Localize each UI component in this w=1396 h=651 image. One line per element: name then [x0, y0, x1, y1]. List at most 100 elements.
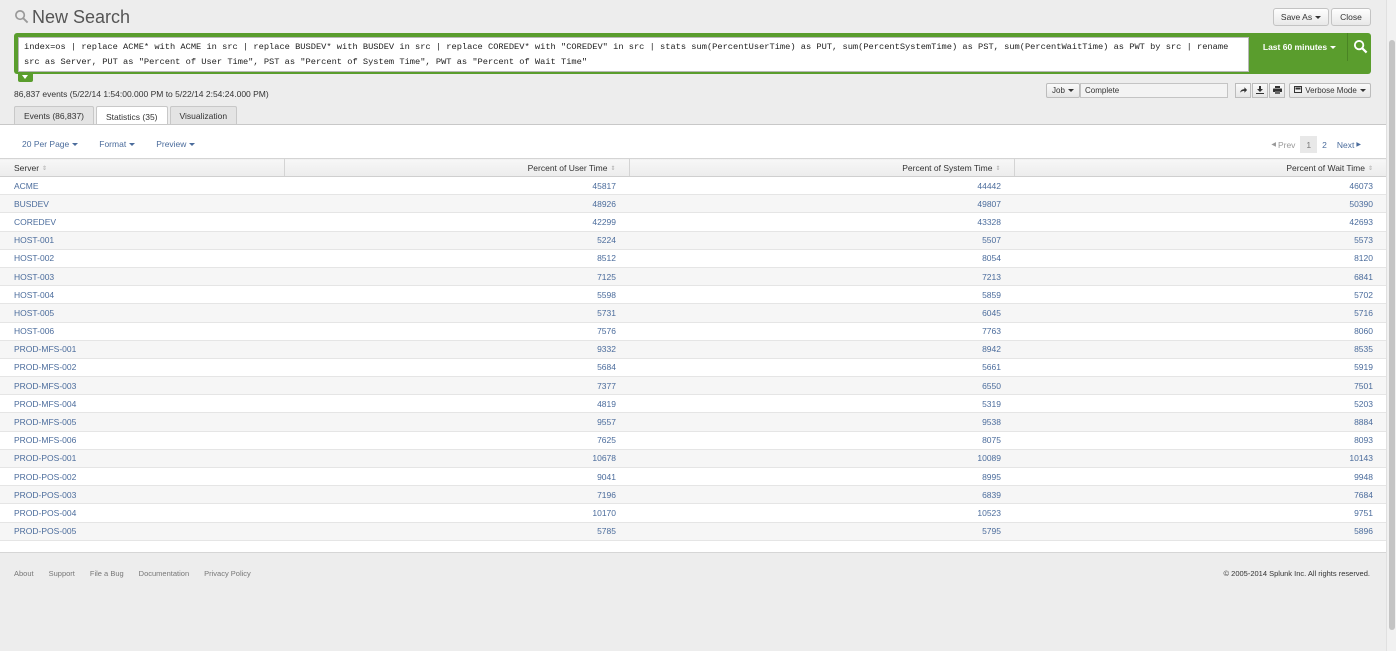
value-cell[interactable]: 7501 — [1014, 376, 1386, 396]
value-cell[interactable]: 44442 — [629, 176, 1014, 196]
value-cell[interactable]: 10170 — [284, 503, 629, 523]
close-button[interactable]: Close — [1331, 8, 1371, 26]
value-cell[interactable]: 6045 — [629, 303, 1014, 323]
footer-link[interactable]: About — [14, 569, 34, 578]
value-cell[interactable]: 9041 — [284, 467, 629, 487]
sort-icon[interactable]: ⇕ — [1368, 165, 1373, 172]
tab-events[interactable]: Events (86,837) — [14, 106, 95, 125]
server-cell[interactable]: PROD-POS-001 — [0, 449, 284, 469]
value-cell[interactable]: 6550 — [629, 376, 1014, 396]
sort-icon[interactable]: ⇕ — [610, 165, 615, 172]
value-cell[interactable]: 10089 — [629, 449, 1014, 469]
value-cell[interactable]: 7625 — [284, 431, 629, 450]
value-cell[interactable]: 5896 — [1014, 522, 1386, 541]
value-cell[interactable]: 9948 — [1014, 467, 1386, 487]
value-cell[interactable]: 6841 — [1014, 267, 1386, 287]
value-cell[interactable]: 43328 — [629, 212, 1014, 232]
value-cell[interactable]: 5661 — [629, 358, 1014, 378]
value-cell[interactable]: 5224 — [284, 231, 629, 250]
server-cell[interactable]: HOST-005 — [0, 303, 284, 323]
value-cell[interactable]: 10678 — [284, 449, 629, 469]
server-cell[interactable]: PROD-MFS-005 — [0, 412, 284, 432]
server-cell[interactable]: HOST-006 — [0, 322, 284, 341]
print-button[interactable] — [1269, 83, 1285, 98]
server-cell[interactable]: PROD-MFS-006 — [0, 431, 284, 450]
value-cell[interactable]: 7684 — [1014, 485, 1386, 505]
value-cell[interactable]: 8120 — [1014, 249, 1386, 268]
tab-statistics[interactable]: Statistics (35) — [96, 106, 168, 126]
server-cell[interactable]: PROD-MFS-004 — [0, 394, 284, 414]
value-cell[interactable]: 7196 — [284, 485, 629, 505]
column-header[interactable]: Server ⇕ — [0, 158, 284, 177]
sort-icon[interactable]: ⇕ — [42, 165, 47, 172]
prev-page-button[interactable]: ◀ Prev — [1266, 136, 1300, 153]
value-cell[interactable]: 7213 — [629, 267, 1014, 287]
value-cell[interactable]: 5319 — [629, 394, 1014, 414]
share-button[interactable] — [1235, 83, 1251, 98]
value-cell[interactable]: 5203 — [1014, 394, 1386, 414]
preview-dropdown[interactable]: Preview — [156, 139, 196, 149]
value-cell[interactable]: 7125 — [284, 267, 629, 287]
search-button[interactable] — [1349, 33, 1371, 61]
value-cell[interactable]: 8060 — [1014, 322, 1386, 341]
value-cell[interactable]: 7763 — [629, 322, 1014, 341]
per-page-dropdown[interactable]: 20 Per Page — [22, 139, 79, 149]
server-cell[interactable]: HOST-001 — [0, 231, 284, 250]
value-cell[interactable]: 5731 — [284, 303, 629, 323]
column-header[interactable]: Percent of Wait Time ⇕ — [1013, 158, 1386, 177]
server-cell[interactable]: PROD-POS-004 — [0, 503, 284, 523]
column-header[interactable]: Percent of User Time ⇕ — [283, 158, 629, 177]
value-cell[interactable]: 9332 — [284, 340, 629, 359]
server-cell[interactable]: PROD-MFS-002 — [0, 358, 284, 378]
value-cell[interactable]: 8075 — [629, 431, 1014, 450]
footer-link[interactable]: Support — [49, 569, 75, 578]
server-cell[interactable]: PROD-POS-002 — [0, 467, 284, 487]
value-cell[interactable]: 8942 — [629, 340, 1014, 359]
page-1-button[interactable]: 1 — [1300, 136, 1318, 153]
value-cell[interactable]: 8884 — [1014, 412, 1386, 432]
value-cell[interactable]: 5507 — [629, 231, 1014, 250]
value-cell[interactable]: 50390 — [1014, 194, 1386, 214]
server-cell[interactable]: PROD-POS-003 — [0, 485, 284, 505]
tab-visualization[interactable]: Visualization — [169, 106, 238, 125]
column-header[interactable]: Percent of System Time ⇕ — [628, 158, 1014, 177]
value-cell[interactable]: 10143 — [1014, 449, 1386, 469]
value-cell[interactable]: 5573 — [1014, 231, 1386, 250]
scrollbar-thumb[interactable] — [1389, 40, 1395, 630]
value-cell[interactable]: 8995 — [629, 467, 1014, 487]
value-cell[interactable]: 5716 — [1014, 303, 1386, 323]
value-cell[interactable]: 5859 — [629, 285, 1014, 305]
page-2-button[interactable]: 2 — [1317, 136, 1332, 153]
value-cell[interactable]: 42299 — [284, 212, 629, 232]
server-cell[interactable]: ACME — [0, 176, 284, 196]
server-cell[interactable]: BUSDEV — [0, 194, 284, 214]
value-cell[interactable]: 49807 — [629, 194, 1014, 214]
value-cell[interactable]: 5598 — [284, 285, 629, 305]
value-cell[interactable]: 46073 — [1014, 176, 1386, 196]
server-cell[interactable]: HOST-004 — [0, 285, 284, 305]
value-cell[interactable]: 9751 — [1014, 503, 1386, 523]
format-dropdown[interactable]: Format — [99, 139, 136, 149]
job-menu-button[interactable]: Job — [1046, 83, 1080, 98]
value-cell[interactable]: 5785 — [284, 522, 629, 541]
footer-link[interactable]: Documentation — [139, 569, 189, 578]
value-cell[interactable]: 5702 — [1014, 285, 1386, 305]
server-cell[interactable]: PROD-MFS-001 — [0, 340, 284, 359]
page-scrollbar[interactable] — [1386, 0, 1396, 651]
server-cell[interactable]: COREDEV — [0, 212, 284, 232]
server-cell[interactable]: HOST-002 — [0, 249, 284, 268]
value-cell[interactable]: 5919 — [1014, 358, 1386, 378]
value-cell[interactable]: 8093 — [1014, 431, 1386, 450]
value-cell[interactable]: 5795 — [629, 522, 1014, 541]
value-cell[interactable]: 8512 — [284, 249, 629, 268]
value-cell[interactable]: 7576 — [284, 322, 629, 341]
search-query-input[interactable]: index=os | replace ACME* with ACME in sr… — [18, 37, 1249, 72]
next-page-button[interactable]: Next ▶ — [1332, 136, 1366, 153]
time-range-picker[interactable]: Last 60 minutes — [1252, 33, 1348, 61]
sort-icon[interactable]: ⇕ — [995, 165, 1000, 172]
value-cell[interactable]: 7377 — [284, 376, 629, 396]
value-cell[interactable]: 45817 — [284, 176, 629, 196]
server-cell[interactable]: PROD-MFS-003 — [0, 376, 284, 396]
footer-link[interactable]: File a Bug — [90, 569, 124, 578]
search-mode-button[interactable]: Verbose Mode — [1289, 83, 1371, 98]
